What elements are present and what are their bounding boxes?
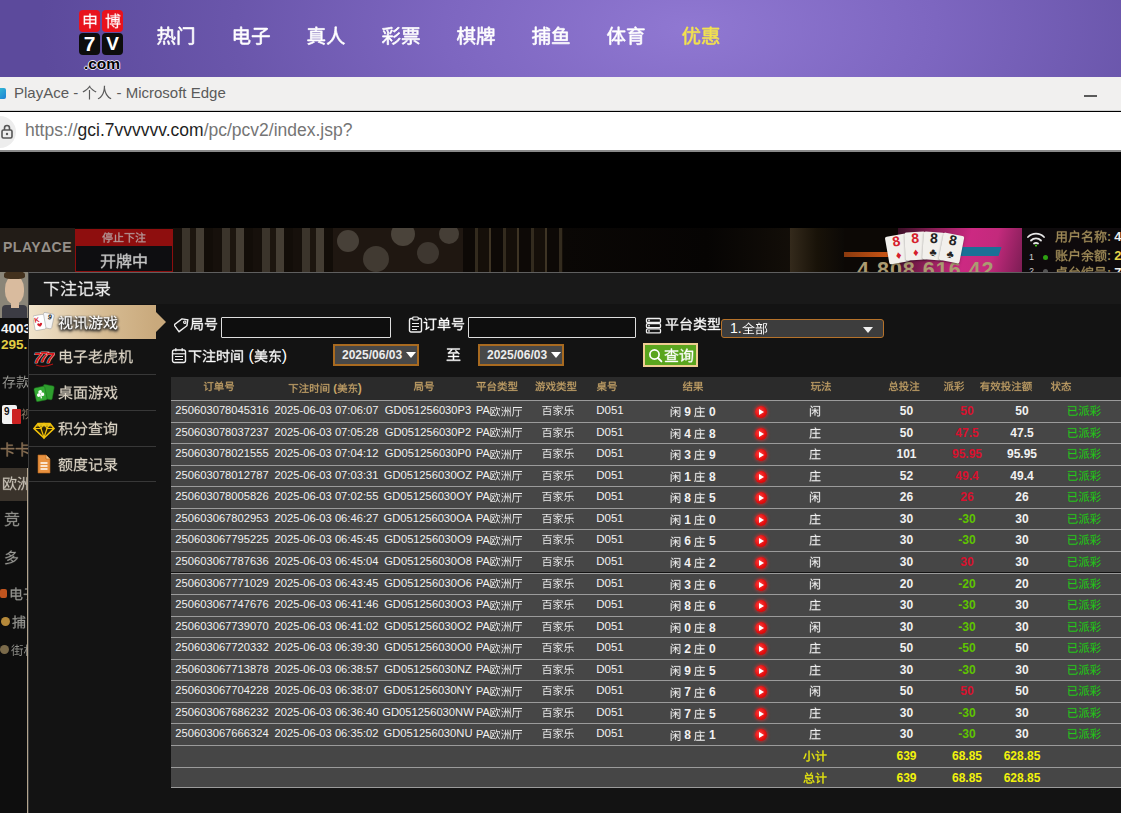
svg-text:7: 7 <box>46 349 55 366</box>
